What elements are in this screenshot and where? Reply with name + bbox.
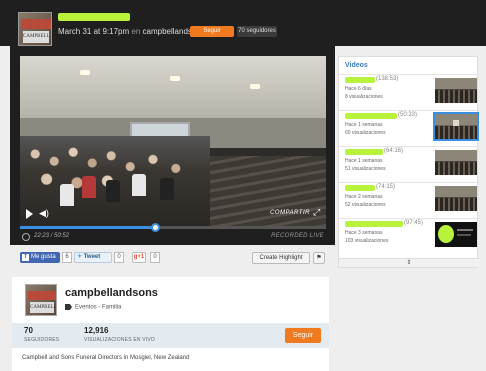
channel-avatar[interactable]: CAMPBELL xyxy=(18,12,52,46)
channel-stats-bar: 70 SEGUIDORES 12,916 VISUALIZACIONES EN … xyxy=(12,323,329,348)
video-player[interactable] xyxy=(20,56,326,226)
play-icon[interactable] xyxy=(26,209,33,219)
video-thumbnail[interactable] xyxy=(435,186,477,211)
thumb-people xyxy=(435,126,477,139)
video-age: Hace 6 días xyxy=(345,86,372,92)
channel-category-label: Eventos - Familia xyxy=(75,304,122,311)
video-title-redacted xyxy=(345,221,403,227)
top-bar: CAMPBELL March 31 at 9:17pm en campbella… xyxy=(0,0,486,46)
video-scene-person xyxy=(160,178,174,200)
followers-count-header: 70 seguidores xyxy=(237,26,277,37)
like-count: 6 xyxy=(62,252,72,263)
tweet-label: Tweet xyxy=(83,254,101,260)
video-scene-light xyxy=(80,70,90,75)
google-plus-button[interactable]: g+1 xyxy=(132,252,146,263)
video-views: 51 visualizaciones xyxy=(345,166,386,172)
video-title-redacted xyxy=(345,113,397,119)
gplus-count: 0 xyxy=(150,252,160,263)
video-age: Hace 3 semanas xyxy=(345,230,383,236)
followers-count: 70 xyxy=(24,326,33,335)
logo-roof xyxy=(21,19,51,29)
create-highlight-button[interactable]: Create Highlight xyxy=(252,252,310,264)
channel-card-avatar[interactable]: CAMPBELL xyxy=(25,284,57,316)
video-scene-ceiling xyxy=(20,56,326,118)
channel-card-name[interactable]: campbellandsons xyxy=(65,287,158,299)
followers-label: SEGUIDORES xyxy=(24,337,60,343)
share-button[interactable]: COMPARTIR xyxy=(270,210,310,216)
clock-icon xyxy=(22,233,30,241)
video-list-item[interactable]: (50:33) Hace 1 semanas 60 visualizacione… xyxy=(339,110,479,146)
video-duration: (138:53) xyxy=(376,76,399,82)
fullscreen-icon[interactable]: ⤢ xyxy=(313,207,320,218)
video-title-redacted xyxy=(345,77,375,83)
stream-meta: March 31 at 9:17pm en campbellandsons xyxy=(58,27,205,36)
video-list-item[interactable]: (74:15) Hace 2 semanas 52 visualizacione… xyxy=(339,182,479,218)
video-thumbnail[interactable] xyxy=(435,222,477,247)
recorded-live-label: RECORDED LIVE xyxy=(271,233,324,239)
videos-scroll-button[interactable]: ⇕ xyxy=(339,258,479,267)
stream-timestamp: March 31 at 9:17pm xyxy=(58,27,130,36)
facebook-like-button[interactable]: f Me gusta xyxy=(20,252,60,263)
thumb-face-redacted xyxy=(438,225,454,243)
thumb-people xyxy=(435,162,477,175)
thumb-people xyxy=(435,198,477,211)
video-scene-person xyxy=(132,174,146,196)
video-list-item[interactable]: (64:16) Hace 1 semanas 51 visualizacione… xyxy=(339,146,479,182)
video-duration: (64:16) xyxy=(384,148,404,154)
time-row: 22:23 / 50:52 RECORDED LIVE xyxy=(20,232,326,244)
social-row: f Me gusta 6 ✦ Tweet 0 g+1 0 Create Highl… xyxy=(20,252,326,264)
video-age: Hace 2 semanas xyxy=(345,194,383,200)
video-scene-person xyxy=(60,184,74,206)
like-label: Me gusta xyxy=(31,254,56,260)
video-thumbnail[interactable] xyxy=(433,112,479,141)
live-views-label: VISUALIZACIONES EN VIVO xyxy=(84,337,156,343)
video-title-redacted xyxy=(345,149,383,155)
twitter-icon: ✦ xyxy=(77,254,83,260)
live-views-count: 12,916 xyxy=(84,326,109,335)
tag-icon xyxy=(65,304,72,310)
video-duration: (74:15) xyxy=(376,184,396,190)
video-thumbnail[interactable] xyxy=(435,78,477,103)
logo-roof xyxy=(28,291,56,300)
videos-panel: Videos (138:53) Hace 6 días 8 visualizac… xyxy=(338,56,479,268)
video-views: 60 visualizaciones xyxy=(345,130,386,136)
tweet-button[interactable]: ✦ Tweet xyxy=(74,252,112,263)
video-duration: (97:45) xyxy=(404,220,424,226)
progress-handle[interactable] xyxy=(150,223,160,232)
follow-button[interactable]: Seguir xyxy=(285,328,321,343)
video-thumbnail[interactable] xyxy=(435,150,477,175)
video-list-item[interactable]: (97:45) Hace 3 semanas 103 visualizacion… xyxy=(339,218,479,254)
video-views: 52 visualizaciones xyxy=(345,202,386,208)
follow-button-header[interactable]: Seguir xyxy=(190,26,234,37)
thumb-text-line xyxy=(457,234,471,236)
logo-sign: CAMPBELL xyxy=(30,302,56,313)
time-elapsed: 22:23 / 50:52 xyxy=(34,233,70,239)
video-age: Hace 1 semanas xyxy=(345,122,383,128)
video-age: Hace 1 semanas xyxy=(345,158,383,164)
progress-fill xyxy=(20,226,155,229)
video-scene-person xyxy=(106,180,120,202)
channel-description: Campbell and Sons Funeral Directors in M… xyxy=(22,355,190,361)
progress-bar[interactable] xyxy=(20,223,326,232)
videos-title: Videos xyxy=(345,62,368,69)
video-views: 8 visualizaciones xyxy=(345,94,383,100)
flag-button[interactable]: ⚑ xyxy=(313,252,325,264)
video-scene-person xyxy=(82,176,96,198)
channel-card: CAMPBELL campbellandsons Eventos - Famil… xyxy=(12,277,329,371)
thumb-people xyxy=(435,90,477,103)
video-list-item[interactable]: (138:53) Hace 6 días 8 visualizaciones xyxy=(339,74,479,110)
video-scene-light xyxy=(250,84,260,89)
logo-sign: CAMPBELL xyxy=(23,31,50,43)
video-views: 103 visualizaciones xyxy=(345,238,389,244)
video-scene-light xyxy=(170,76,180,81)
stream-title-redacted[interactable] xyxy=(58,13,130,21)
channel-category[interactable]: Eventos - Familia xyxy=(65,304,121,311)
video-title-redacted xyxy=(345,185,375,191)
thumb-text-line xyxy=(457,229,473,231)
tweet-count: 0 xyxy=(114,252,124,263)
video-duration: (50:33) xyxy=(398,112,418,118)
volume-icon[interactable]: ◀) xyxy=(39,208,49,219)
stream-on-word: en xyxy=(131,27,141,36)
facebook-icon: f xyxy=(22,254,29,261)
